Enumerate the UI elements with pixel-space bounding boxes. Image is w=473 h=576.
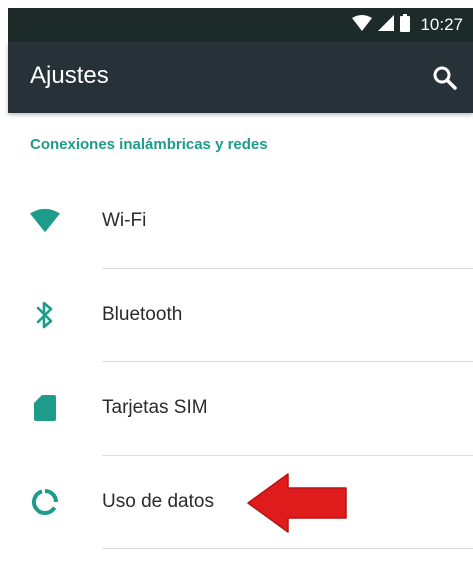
settings-item-sim-cards[interactable]: Tarjetas SIM: [8, 362, 473, 454]
settings-item-bluetooth[interactable]: Bluetooth: [8, 269, 473, 361]
settings-item-label: Wi-Fi: [102, 210, 147, 231]
status-time: 10:27: [420, 15, 463, 34]
battery-icon: [400, 13, 411, 37]
settings-item-label: Bluetooth: [102, 304, 183, 325]
search-button[interactable]: [431, 64, 459, 92]
signal-icon: [378, 14, 395, 36]
search-icon: [433, 66, 457, 90]
app-bar: Ajustes: [8, 42, 473, 113]
status-bar: 10:27: [8, 8, 473, 42]
settings-item-label: Uso de datos: [102, 491, 214, 512]
status-icons: 10:27: [352, 13, 463, 37]
divider: [102, 548, 473, 549]
sim-card-icon: [30, 393, 60, 423]
data-usage-icon: [30, 487, 60, 517]
red-arrow-annotation: [247, 473, 347, 533]
settings-item-wifi[interactable]: Wi-Fi: [8, 175, 473, 267]
settings-item-label: Tarjetas SIM: [102, 397, 208, 418]
section-header: Conexiones inalámbricas y redes: [30, 136, 268, 153]
bluetooth-icon: [30, 300, 60, 330]
settings-screen: 10:27 Ajustes Conexiones inalámbricas y …: [0, 0, 473, 576]
wifi-status-icon: [352, 14, 373, 36]
page-title: Ajustes: [30, 62, 109, 89]
wifi-icon: [30, 206, 60, 236]
settings-item-data-usage[interactable]: Uso de datos: [8, 456, 473, 548]
